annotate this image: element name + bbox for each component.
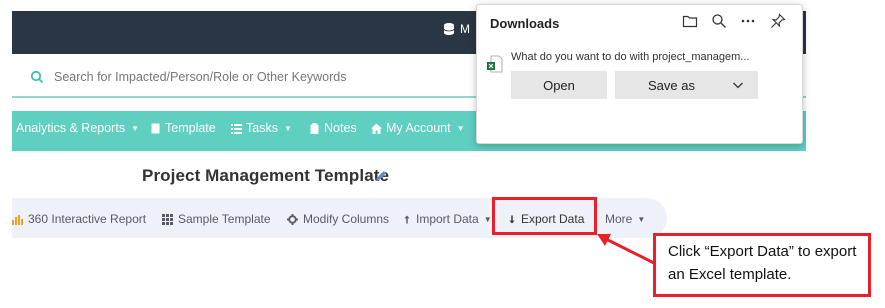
database-icon — [444, 23, 454, 35]
database-label: M — [460, 22, 470, 36]
export-data-highlight — [492, 197, 597, 235]
callout-text: Click “Export Data” to export an Excel t… — [668, 243, 857, 283]
excel-file-icon — [487, 55, 503, 73]
more-options-icon[interactable] — [740, 13, 756, 29]
nav-item-label: My Account — [386, 121, 451, 135]
folder-icon[interactable] — [682, 13, 698, 29]
database-selector[interactable]: M — [444, 22, 470, 36]
open-button[interactable]: Open — [511, 71, 607, 99]
caret-down-icon: ▼ — [456, 123, 465, 133]
grid-icon — [162, 213, 173, 225]
toolbar-item-label: Modify Columns — [303, 212, 390, 226]
nav-template[interactable]: Template — [150, 121, 216, 135]
more-button[interactable]: More ▼ — [605, 212, 645, 226]
chevron-down-icon — [733, 82, 743, 89]
download-prompt: What do you want to do with project_mana… — [511, 51, 750, 63]
search-icon — [30, 70, 44, 84]
save-as-label: Save as — [648, 78, 695, 93]
sample-template-button[interactable]: Sample Template — [162, 212, 271, 226]
nav-item-label: Analytics & Reports — [16, 121, 126, 135]
bar-chart-icon — [12, 214, 23, 225]
callout-arrow-icon — [597, 234, 655, 265]
clipboard-icon — [310, 122, 319, 134]
nav-tasks[interactable]: Tasks ▼ — [231, 121, 292, 135]
page-title: Project Management Template — [142, 166, 390, 185]
nav-analytics-reports[interactable]: Analytics & Reports ▼ — [16, 121, 139, 135]
list-icon — [231, 123, 242, 134]
pencil-icon[interactable] — [374, 169, 388, 183]
arrow-up-icon — [404, 215, 410, 223]
caret-down-icon: ▼ — [637, 214, 646, 224]
import-data-button[interactable]: Import Data ▼ — [403, 212, 492, 226]
caret-down-icon: ▼ — [483, 214, 492, 224]
caret-down-icon: ▼ — [283, 123, 292, 133]
pin-icon[interactable] — [770, 13, 786, 29]
document-icon — [151, 123, 160, 133]
nav-notes[interactable]: Notes — [309, 121, 357, 135]
toolbar-item-label: Import Data — [416, 212, 479, 226]
home-icon — [371, 123, 382, 134]
nav-item-label: Tasks — [246, 121, 278, 135]
nav-item-label: Notes — [324, 121, 357, 135]
search-input[interactable] — [54, 66, 474, 88]
nav-item-label: Template — [165, 121, 216, 135]
360-interactive-report-button[interactable]: 360 Interactive Report — [12, 212, 146, 226]
gear-icon — [287, 213, 298, 225]
caret-down-icon: ▼ — [131, 123, 139, 133]
save-as-button[interactable]: Save as — [615, 71, 758, 99]
search-icon[interactable] — [711, 13, 727, 29]
toolbar-item-label: 360 Interactive Report — [28, 212, 147, 226]
downloads-title: Downloads — [490, 16, 560, 31]
toolbar-item-label: Sample Template — [178, 212, 271, 226]
nav-my-account[interactable]: My Account ▼ — [371, 121, 465, 135]
modify-columns-button[interactable]: Modify Columns — [287, 212, 389, 226]
toolbar-item-label: More — [605, 212, 633, 226]
